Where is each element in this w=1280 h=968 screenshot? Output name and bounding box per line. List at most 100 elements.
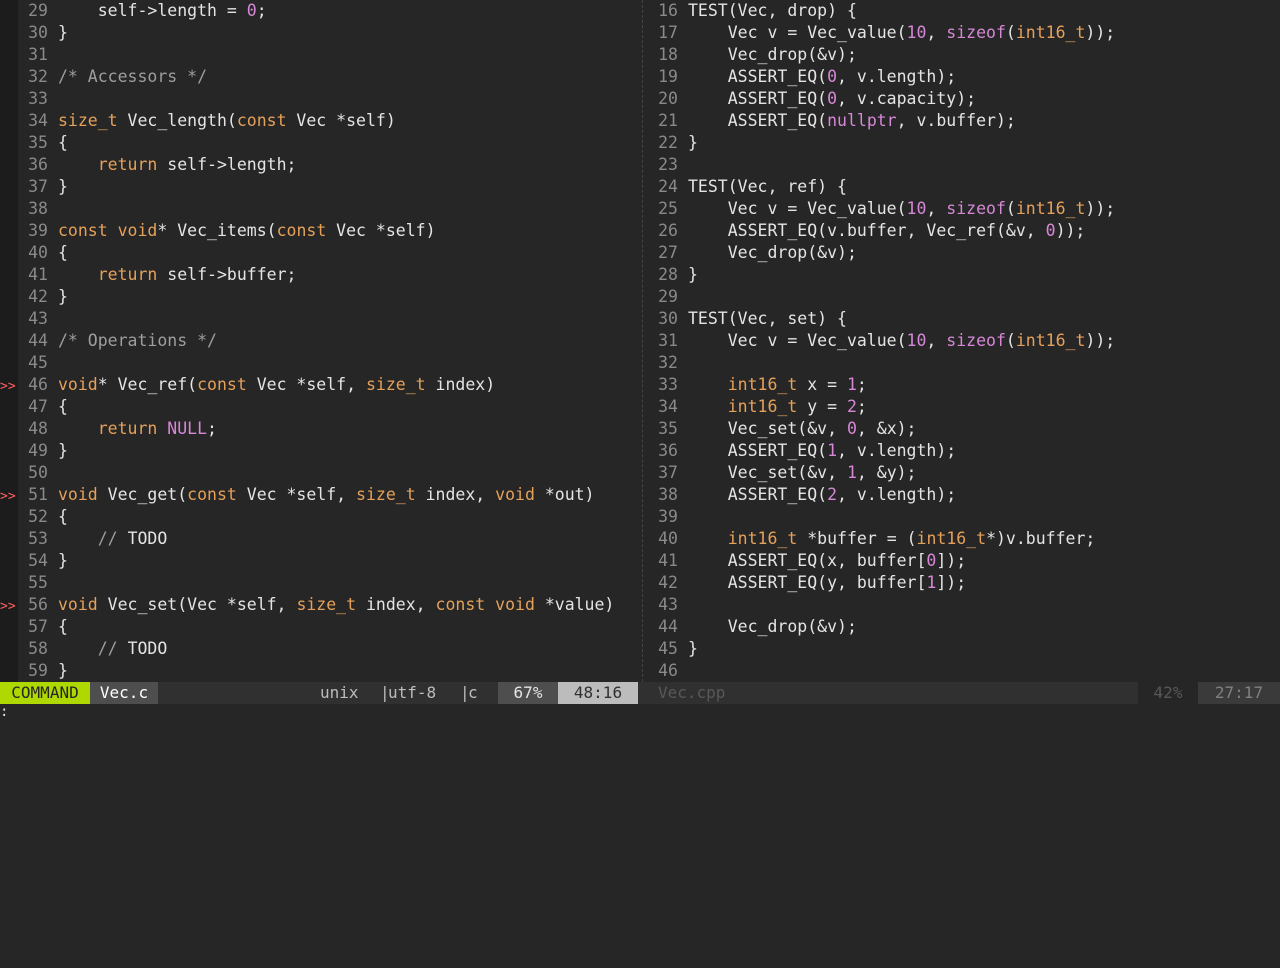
code-line[interactable]: 54} <box>0 550 68 572</box>
code-line[interactable]: >> 51 void Vec_get(const Vec *self, size_t… <box>0 484 595 506</box>
code-token: Vec *self) <box>326 221 436 240</box>
code-line[interactable]: >> 46 void* Vec_ref(const Vec *self, size_… <box>0 374 495 396</box>
line-number: 41 <box>28 265 48 284</box>
code-line[interactable]: 34 int16_t y = 2; <box>648 396 867 418</box>
code-token: int16_t <box>1015 331 1086 350</box>
line-number: 58 <box>28 639 48 658</box>
code-line[interactable]: 21 ASSERT_EQ(nullptr, v.buffer); <box>648 110 1016 132</box>
code-line[interactable]: 27 Vec_drop(&v); <box>648 242 857 264</box>
code-line[interactable]: 44 /* Operations */ <box>0 330 217 352</box>
code-token: ; <box>256 1 267 20</box>
code-line[interactable]: >> 56 void Vec_set(Vec *self, size_t index… <box>0 594 614 616</box>
code-token: } <box>58 661 68 680</box>
file-encoding: utf-8 <box>388 683 437 702</box>
code-line[interactable]: 17 Vec v = Vec_value(10, sizeof(int16_t)… <box>648 22 1115 44</box>
code-line[interactable]: 32 <box>648 352 688 374</box>
code-line[interactable]: 43 <box>0 308 58 330</box>
code-line[interactable]: 48 return NULL; <box>0 418 217 440</box>
code-text: int16_t *buffer = (int16_t*)v.buffer; <box>688 529 1096 548</box>
right-editor-pane[interactable]: 16 TEST(Vec, drop) {17 Vec v = Vec_value(… <box>648 0 1280 682</box>
code-token: , &y); <box>856 463 917 482</box>
code-line[interactable]: 38 ASSERT_EQ(2, v.length); <box>648 484 956 506</box>
code-line[interactable]: 24 TEST(Vec, ref) { <box>648 176 847 198</box>
code-text: } <box>688 265 698 284</box>
code-token: { <box>58 243 68 262</box>
code-line[interactable]: 40 { <box>0 242 68 264</box>
code-line[interactable]: 32 /* Accessors */ <box>0 66 207 88</box>
code-line[interactable]: 53 // TODO <box>0 528 167 550</box>
code-line[interactable]: 35 Vec_set(&v, 0, &x); <box>648 418 916 440</box>
code-line[interactable]: 42} <box>0 286 68 308</box>
line-number: 40 <box>28 243 48 262</box>
code-line[interactable]: 41 return self->buffer; <box>0 264 296 286</box>
code-line[interactable]: 35 { <box>0 132 68 154</box>
code-line[interactable]: 46 <box>648 660 688 682</box>
code-line[interactable]: 33 int16_t x = 1; <box>648 374 867 396</box>
code-line[interactable]: 19 ASSERT_EQ(0, v.length); <box>648 66 956 88</box>
code-line[interactable]: 43 <box>648 594 688 616</box>
code-line[interactable]: 49} <box>0 440 68 462</box>
code-line[interactable]: 58 // TODO <box>0 638 167 660</box>
code-text: } <box>58 551 68 570</box>
code-line[interactable]: 45 <box>0 352 58 374</box>
left-editor-pane[interactable]: 29 self->length = 0; 30} 31 32/* Accessors … <box>0 0 638 682</box>
code-line[interactable]: 31 <box>0 44 58 66</box>
code-token: const <box>435 595 486 614</box>
code-line[interactable]: 41 ASSERT_EQ(x, buffer[0]); <box>648 550 966 572</box>
code-line[interactable]: 52 { <box>0 506 68 528</box>
code-line[interactable]: 18 Vec_drop(&v); <box>648 44 857 66</box>
command-line[interactable]: : <box>0 704 1280 720</box>
code-line[interactable]: 26 ASSERT_EQ(v.buffer, Vec_ref(&v, 0)); <box>648 220 1085 242</box>
line-number: 35 <box>28 133 48 152</box>
code-token: TEST(Vec, drop) { <box>688 1 857 20</box>
code-line[interactable]: 34 size_t Vec_length(const Vec *self) <box>0 110 396 132</box>
code-token: Vec_length( <box>117 111 237 130</box>
code-text: } <box>58 23 68 42</box>
code-text: Vec_drop(&v); <box>688 243 857 262</box>
code-line[interactable]: 39 const void* Vec_items(const Vec *self) <box>0 220 436 242</box>
code-token: int16_t <box>1015 199 1086 218</box>
code-line[interactable]: 16 TEST(Vec, drop) { <box>648 0 857 22</box>
code-line[interactable]: 39 <box>648 506 688 528</box>
code-line[interactable]: 33 <box>0 88 58 110</box>
code-line[interactable]: 36 return self->length; <box>0 154 296 176</box>
code-line[interactable]: 30 TEST(Vec, set) { <box>648 308 847 330</box>
code-line[interactable]: 37 Vec_set(&v, 1, &y); <box>648 462 917 484</box>
code-line[interactable]: 30} <box>0 22 68 44</box>
code-line[interactable]: 25 Vec v = Vec_value(10, sizeof(int16_t)… <box>648 198 1115 220</box>
code-line[interactable]: 22} <box>648 132 698 154</box>
code-line[interactable]: 57 { <box>0 616 68 638</box>
code-token: return <box>97 155 158 174</box>
code-line[interactable]: 55 <box>0 572 58 594</box>
code-text: Vec_set(&v, 1, &y); <box>688 463 917 482</box>
code-line[interactable]: 50 <box>0 462 58 484</box>
code-line[interactable]: 23 <box>648 154 688 176</box>
code-line[interactable]: 36 ASSERT_EQ(1, v.length); <box>648 440 956 462</box>
code-text: } <box>58 661 68 680</box>
code-line[interactable]: 40 int16_t *buffer = (int16_t*)v.buffer; <box>648 528 1095 550</box>
code-token: , v.capacity); <box>837 89 977 108</box>
code-line[interactable]: 29 <box>648 286 688 308</box>
code-token: ASSERT_EQ( <box>688 89 828 108</box>
file-type: c <box>468 683 478 702</box>
code-line[interactable]: 44 Vec_drop(&v); <box>648 616 857 638</box>
code-line[interactable]: 59} <box>0 660 68 682</box>
breakpoint-sign-icon: >> <box>0 599 16 614</box>
code-line[interactable]: 45} <box>648 638 698 660</box>
code-line[interactable]: 20 ASSERT_EQ(0, v.capacity); <box>648 88 976 110</box>
vertical-split-divider[interactable] <box>638 0 648 682</box>
code-line[interactable]: 29 self->length = 0; <box>0 0 267 22</box>
code-line[interactable]: 38 <box>0 198 58 220</box>
code-text: } <box>688 133 698 152</box>
code-line[interactable]: 47 { <box>0 396 68 418</box>
code-text: { <box>58 617 68 636</box>
code-text: ASSERT_EQ(v.buffer, Vec_ref(&v, 0)); <box>688 221 1086 240</box>
code-text: TEST(Vec, ref) { <box>688 177 847 196</box>
code-line[interactable]: 31 Vec v = Vec_value(10, sizeof(int16_t)… <box>648 330 1115 352</box>
code-line[interactable]: 42 ASSERT_EQ(y, buffer[1]); <box>648 572 966 594</box>
code-line[interactable]: 37} <box>0 176 68 198</box>
code-line[interactable]: 28} <box>648 264 698 286</box>
code-token: ASSERT_EQ( <box>688 441 828 460</box>
